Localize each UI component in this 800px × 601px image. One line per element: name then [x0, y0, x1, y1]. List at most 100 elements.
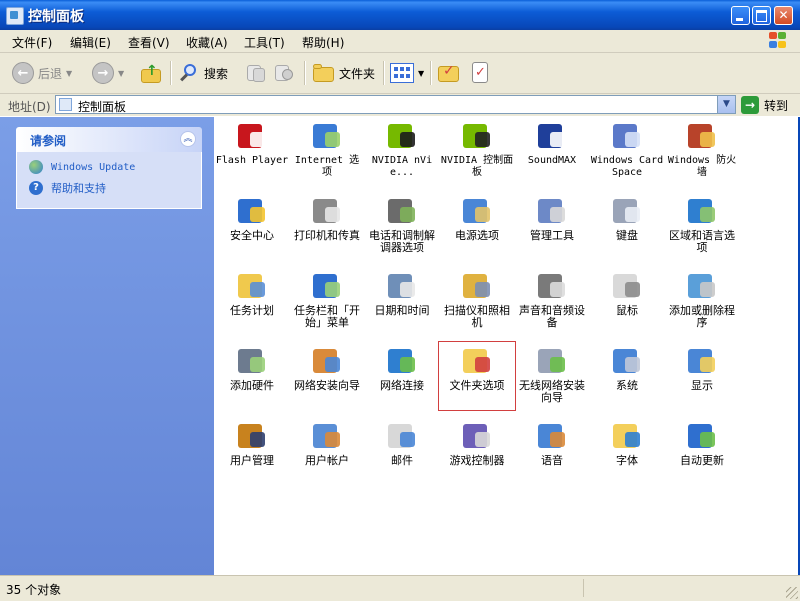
- phone-modem-icon: [386, 195, 418, 227]
- menu-file[interactable]: 文件(F): [12, 34, 52, 51]
- item-folder-options[interactable]: 文件夹选项: [438, 341, 516, 411]
- close-button[interactable]: ✕: [774, 6, 793, 25]
- close-icon: ✕: [778, 8, 789, 22]
- go-button[interactable]: → 转到: [741, 95, 788, 115]
- item-security-center[interactable]: 安全中心: [215, 195, 289, 242]
- search-label: 搜索: [204, 66, 229, 81]
- item-label: 用户管理: [230, 454, 274, 467]
- item-admin-tools[interactable]: 管理工具: [515, 195, 589, 242]
- item-network-connections[interactable]: 网络连接: [365, 345, 439, 392]
- item-mail[interactable]: 邮件: [365, 420, 439, 467]
- item-label: 游戏控制器: [449, 454, 505, 467]
- back-button[interactable]: ← 后退 ▼: [12, 59, 72, 87]
- item-network-setup-wizard[interactable]: 网络安装向导: [290, 345, 364, 392]
- minimize-button[interactable]: [731, 6, 750, 25]
- item-label: Internet 选项: [294, 155, 360, 178]
- item-internet-options[interactable]: Internet 选项: [290, 120, 364, 179]
- item-power-options[interactable]: 电源选项: [440, 195, 514, 242]
- folder-icon: [313, 64, 335, 82]
- item-scanner-camera[interactable]: 扫描仪和照相机: [440, 270, 514, 329]
- internet-options-icon: [311, 120, 343, 152]
- window-title: 控制面板: [28, 9, 84, 25]
- menu-help[interactable]: 帮助(H): [302, 34, 344, 51]
- help-icon: ?: [29, 181, 43, 195]
- move-to-button[interactable]: [273, 59, 295, 87]
- item-label: 无线网络安装向导: [519, 379, 585, 404]
- item-label: SoundMAX: [527, 155, 577, 166]
- item-cardspace[interactable]: Windows CardSpace: [590, 120, 664, 179]
- item-add-hardware[interactable]: 添加硬件: [215, 345, 289, 392]
- folder-options-toolbar-button[interactable]: ✓: [438, 59, 460, 87]
- item-label: 自动更新: [680, 454, 724, 467]
- address-input[interactable]: 控制面板 ▼: [55, 95, 736, 114]
- item-taskbar-start-menu[interactable]: 任务栏和「开始」菜单: [290, 270, 364, 329]
- document-check-icon: ✓: [470, 62, 490, 84]
- menu-tools[interactable]: 工具(T): [244, 34, 285, 51]
- item-add-remove-programs[interactable]: 添加或删除程序: [665, 270, 739, 329]
- item-label: 系统: [616, 379, 638, 392]
- item-soundmax[interactable]: SoundMAX: [515, 120, 589, 167]
- maximize-button[interactable]: [752, 6, 771, 25]
- item-printer[interactable]: 打印机和传真: [290, 195, 364, 242]
- item-phone-modem[interactable]: 电话和调制解调器选项: [365, 195, 439, 254]
- system-icon: [611, 345, 643, 377]
- windows-update-icon: [29, 160, 43, 174]
- item-user-accounts[interactable]: 用户帐户: [290, 420, 364, 467]
- go-label: 转到: [764, 98, 789, 113]
- keyboard-icon: [611, 195, 643, 227]
- item-sound-audio[interactable]: 声音和音频设备: [515, 270, 589, 329]
- see-also-header[interactable]: 请参阅 ︽: [16, 127, 202, 152]
- views-button[interactable]: ▼: [390, 59, 424, 87]
- item-speech[interactable]: 语音: [515, 420, 589, 467]
- item-region-language[interactable]: 区域和语言选项: [665, 195, 739, 254]
- copy-to-icon: [245, 63, 267, 83]
- mouse-icon: [611, 270, 643, 302]
- user-management-icon: [236, 420, 268, 452]
- item-label: 字体: [616, 454, 638, 467]
- windows-update-link[interactable]: Windows Update: [29, 160, 135, 174]
- item-keyboard[interactable]: 键盘: [590, 195, 664, 242]
- date-time-icon: [386, 270, 418, 302]
- search-button[interactable]: 搜索: [178, 59, 228, 87]
- printer-icon: [311, 195, 343, 227]
- address-value: 控制面板: [78, 100, 127, 114]
- control-panel-items: Flash Player Internet 选项 NVIDIA nVie... NVI…: [214, 117, 798, 575]
- menu-bar: 文件(F) 编辑(E) 查看(V) 收藏(A) 工具(T) 帮助(H): [0, 30, 800, 53]
- control-panel-icon: [59, 98, 72, 111]
- folders-button[interactable]: 文件夹: [313, 59, 375, 87]
- item-automatic-updates[interactable]: 自动更新: [665, 420, 739, 467]
- item-flash-player[interactable]: Flash Player: [215, 120, 289, 167]
- resize-grip-icon[interactable]: [786, 587, 798, 599]
- copy-to-button[interactable]: [245, 59, 267, 87]
- chevron-down-icon[interactable]: ▼: [717, 96, 735, 113]
- title-bar[interactable]: 控制面板 ✕: [0, 0, 800, 30]
- item-scheduled-tasks[interactable]: 任务计划: [215, 270, 289, 317]
- game-controllers-icon: [461, 420, 493, 452]
- item-wireless-wizard[interactable]: 无线网络安装向导: [515, 345, 589, 404]
- item-system[interactable]: 系统: [590, 345, 664, 392]
- item-game-controllers[interactable]: 游戏控制器: [440, 420, 514, 467]
- menu-edit[interactable]: 编辑(E): [70, 34, 111, 51]
- maximize-icon: [753, 7, 770, 24]
- up-folder-button[interactable]: ↑: [141, 59, 163, 87]
- properties-button[interactable]: ✓: [470, 59, 490, 87]
- item-user-management[interactable]: 用户管理: [215, 420, 289, 467]
- menu-favorites[interactable]: 收藏(A): [186, 34, 228, 51]
- item-mouse[interactable]: 鼠标: [590, 270, 664, 317]
- speech-icon: [536, 420, 568, 452]
- collapse-icon[interactable]: ︽: [180, 131, 196, 147]
- item-firewall[interactable]: Windows 防火墙: [665, 120, 739, 179]
- item-label: 电源选项: [455, 229, 499, 242]
- menu-view[interactable]: 查看(V): [128, 34, 170, 51]
- item-display[interactable]: 显示: [665, 345, 739, 392]
- item-nvidia-nview[interactable]: NVIDIA nVie...: [365, 120, 439, 179]
- forward-button[interactable]: → ▼: [92, 59, 124, 87]
- item-nvidia-control-panel[interactable]: NVIDIA 控制面板: [440, 120, 514, 179]
- help-support-link[interactable]: ? 帮助和支持: [29, 180, 106, 196]
- folder-check-icon: ✓: [438, 63, 460, 83]
- item-fonts[interactable]: 字体: [590, 420, 664, 467]
- see-also-panel: 请参阅 ︽ Windows Update ? 帮助和支持: [16, 127, 202, 209]
- task-pane: 请参阅 ︽ Windows Update ? 帮助和支持: [0, 117, 214, 575]
- item-date-time[interactable]: 日期和时间: [365, 270, 439, 317]
- item-label: 管理工具: [530, 229, 574, 242]
